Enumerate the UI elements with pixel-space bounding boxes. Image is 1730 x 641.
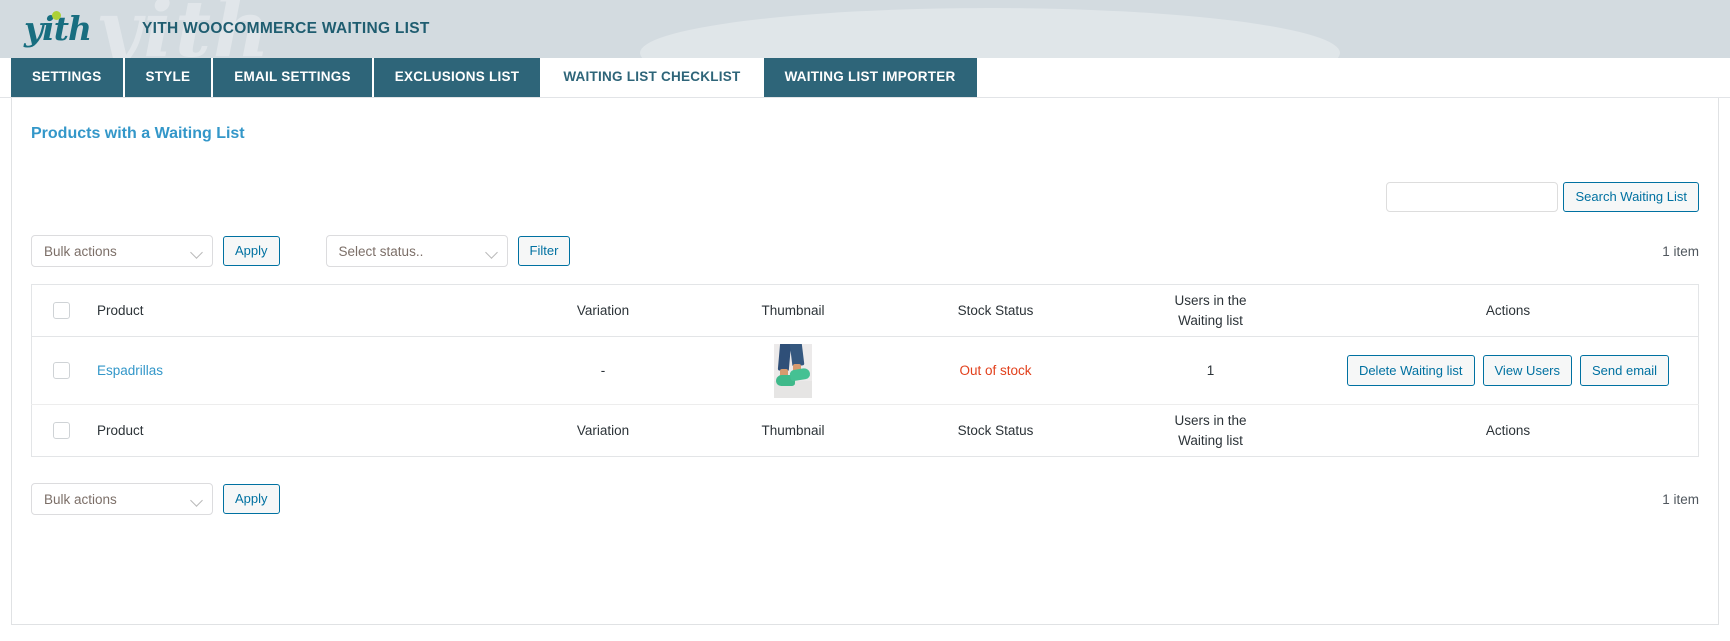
column-footer-users: Users in the Waiting list — [1103, 404, 1318, 457]
chevron-down-icon — [190, 494, 203, 507]
select-all-header — [31, 284, 97, 337]
row-select-cell — [31, 336, 97, 405]
status-select[interactable]: Select status.. — [325, 235, 508, 267]
search-row: Search Waiting List — [31, 182, 1699, 212]
yith-logo-dot — [52, 11, 61, 20]
tab-email-settings[interactable]: EMAIL SETTINGS — [213, 57, 372, 97]
yith-logo: yith — [24, 9, 92, 49]
apply-button-top[interactable]: Apply — [223, 236, 280, 266]
table-header-row: Product Variation Thumbnail Stock Status… — [31, 284, 1699, 337]
column-footer-users-line2: Waiting list — [1178, 432, 1243, 448]
tab-waiting-list-importer[interactable]: WAITING LIST IMPORTER — [763, 57, 977, 97]
product-link[interactable]: Espadrillas — [97, 363, 163, 378]
bulk-actions-select-top[interactable]: Bulk actions — [31, 235, 213, 267]
bulk-actions-select-top-value: Bulk actions — [44, 243, 117, 259]
delete-waiting-list-button[interactable]: Delete Waiting list — [1346, 355, 1475, 386]
toolbar-top: Bulk actions Apply Select status.. Filte… — [31, 234, 1699, 268]
cell-users-count: 1 — [1103, 336, 1318, 405]
table-head: Product Variation Thumbnail Stock Status… — [31, 284, 1699, 337]
table-footer-row: Product Variation Thumbnail Stock Status… — [31, 404, 1699, 457]
plugin-header: yith yith YITH WOOCOMMERCE WAITING LIST — [0, 0, 1730, 58]
column-footer-users-line1: Users in the — [1174, 412, 1247, 428]
item-count-bottom: 1 item — [1662, 491, 1699, 507]
item-count-top: 1 item — [1662, 243, 1699, 259]
status-badge: Out of stock — [959, 363, 1032, 378]
column-footer-variation: Variation — [508, 404, 698, 457]
cell-product: Espadrillas — [97, 336, 508, 405]
bulk-actions-select-bottom[interactable]: Bulk actions — [31, 483, 213, 515]
tab-exclusions-list[interactable]: EXCLUSIONS LIST — [373, 57, 541, 97]
search-waiting-list-button[interactable]: Search Waiting List — [1563, 182, 1699, 212]
column-header-users-line1: Users in the — [1174, 292, 1247, 308]
column-footer-stock-status: Stock Status — [888, 404, 1103, 457]
waiting-list-table: Product Variation Thumbnail Stock Status… — [31, 284, 1699, 457]
tab-waiting-list-checklist[interactable]: WAITING LIST CHECKLIST — [542, 57, 762, 97]
row-checkbox[interactable] — [53, 362, 70, 379]
cell-variation: - — [508, 336, 698, 405]
status-select-value: Select status.. — [338, 243, 424, 259]
product-thumbnail-image — [774, 343, 812, 398]
cell-stock-status: Out of stock — [888, 336, 1103, 405]
select-all-checkbox-top[interactable] — [53, 302, 70, 319]
column-header-variation: Variation — [508, 284, 698, 337]
cell-actions: Delete Waiting list View Users Send emai… — [1318, 336, 1699, 405]
column-footer-thumbnail: Thumbnail — [698, 404, 888, 457]
chevron-down-icon — [484, 246, 498, 259]
content-panel: Products with a Waiting List Search Wait… — [11, 98, 1719, 625]
select-all-checkbox-bottom[interactable] — [53, 422, 70, 439]
table-body: Espadrillas - Out of stock 1 Delete Wait… — [31, 336, 1699, 405]
send-email-button[interactable]: Send email — [1580, 355, 1670, 386]
column-header-product: Product — [97, 284, 508, 337]
toolbar-bottom: Bulk actions Apply 1 item — [31, 482, 1699, 516]
column-header-users-line2: Waiting list — [1178, 312, 1243, 328]
column-header-users: Users in the Waiting list — [1103, 284, 1318, 337]
bulk-actions-select-bottom-value: Bulk actions — [44, 491, 117, 507]
tab-style[interactable]: STYLE — [124, 57, 212, 97]
table-foot: Product Variation Thumbnail Stock Status… — [31, 404, 1699, 457]
column-header-stock-status: Stock Status — [888, 284, 1103, 337]
chevron-down-icon — [190, 246, 203, 259]
tab-bar: SETTINGS STYLE EMAIL SETTINGS EXCLUSIONS… — [0, 57, 1730, 98]
select-all-footer — [31, 404, 97, 457]
column-footer-actions: Actions — [1318, 404, 1699, 457]
row-action-group: Delete Waiting list View Users Send emai… — [1346, 355, 1670, 386]
filter-button[interactable]: Filter — [517, 236, 571, 266]
table-row: Espadrillas - Out of stock 1 Delete Wait… — [31, 336, 1699, 405]
page-title: YITH WOOCOMMERCE WAITING LIST — [142, 20, 430, 37]
header-swoosh — [640, 8, 1340, 58]
section-heading: Products with a Waiting List — [31, 125, 245, 142]
cell-thumbnail — [698, 336, 888, 405]
apply-button-bottom[interactable]: Apply — [223, 484, 280, 514]
search-input[interactable] — [1386, 182, 1559, 212]
column-header-actions: Actions — [1318, 284, 1699, 337]
column-footer-product: Product — [97, 404, 508, 457]
column-header-thumbnail: Thumbnail — [698, 284, 888, 337]
tab-settings[interactable]: SETTINGS — [11, 57, 123, 97]
view-users-button[interactable]: View Users — [1482, 355, 1573, 386]
